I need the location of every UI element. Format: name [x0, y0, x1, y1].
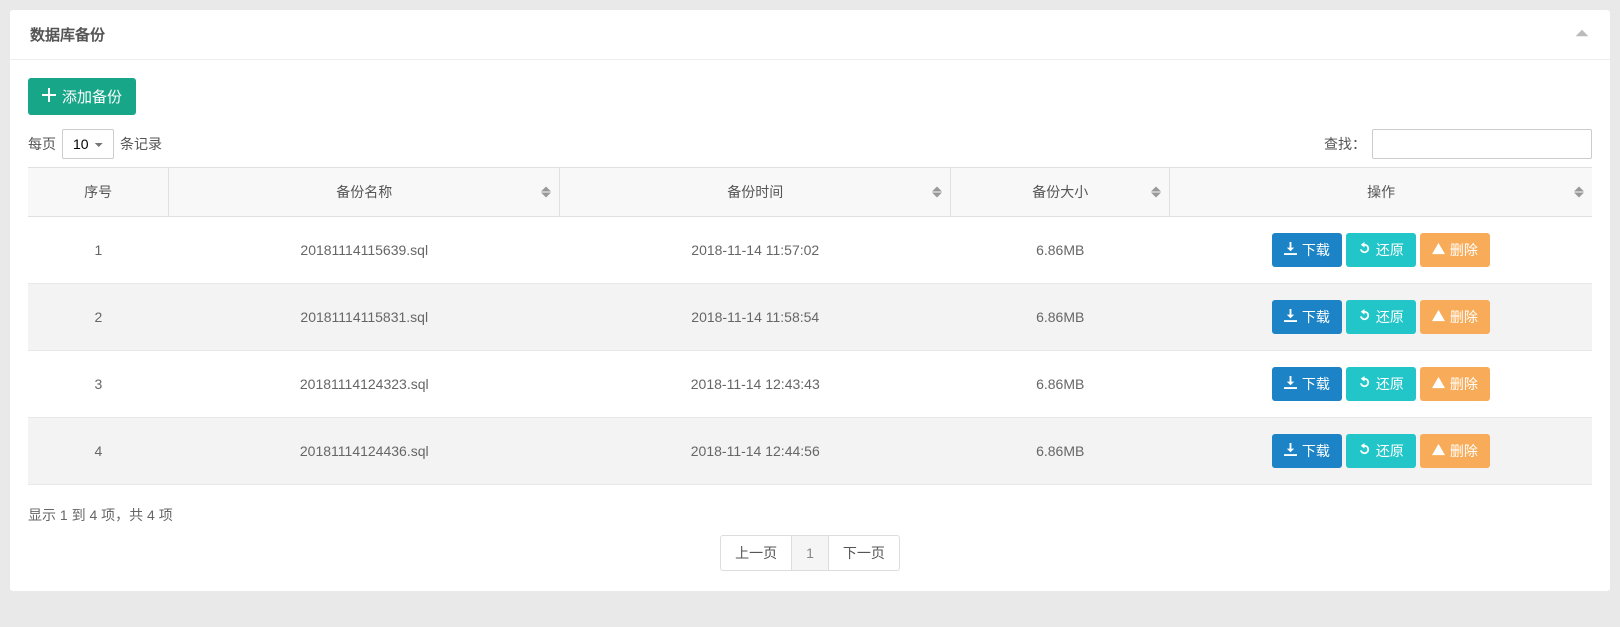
restore-label: 还原: [1376, 441, 1404, 461]
download-label: 下载: [1302, 441, 1330, 461]
backup-panel: 数据库备份 添加备份 每页 10 条记录: [10, 10, 1610, 591]
download-icon: [1284, 443, 1297, 459]
cell-actions: 下载 还原 删除: [1170, 351, 1592, 418]
delete-label: 删除: [1450, 240, 1478, 260]
col-size-label: 备份大小: [1032, 184, 1088, 200]
cell-index: 1: [28, 217, 169, 284]
col-actions[interactable]: 操作: [1170, 168, 1592, 217]
plus-icon: [42, 88, 56, 106]
length-prefix: 每页: [28, 134, 56, 154]
table-row: 120181114115639.sql2018-11-14 11:57:026.…: [28, 217, 1592, 284]
restore-label: 还原: [1376, 240, 1404, 260]
cell-index: 4: [28, 418, 169, 485]
download-label: 下载: [1302, 307, 1330, 327]
col-index-label: 序号: [84, 184, 112, 200]
download-button[interactable]: 下载: [1272, 367, 1342, 401]
cell-actions: 下载 还原 删除: [1170, 284, 1592, 351]
sort-icon: [1151, 187, 1161, 198]
restore-button[interactable]: 还原: [1346, 367, 1416, 401]
warning-icon: [1432, 309, 1445, 325]
delete-label: 删除: [1450, 374, 1478, 394]
restore-label: 还原: [1376, 374, 1404, 394]
delete-button[interactable]: 删除: [1420, 434, 1490, 468]
restore-button[interactable]: 还原: [1346, 233, 1416, 267]
table-controls: 每页 10 条记录 查找：: [28, 129, 1592, 159]
warning-icon: [1432, 376, 1445, 392]
panel-title: 数据库备份: [30, 24, 105, 45]
backup-table: 序号 备份名称 备份时间 备份大小 操作: [28, 167, 1592, 485]
cell-actions: 下载 还原 删除: [1170, 217, 1592, 284]
col-size[interactable]: 备份大小: [951, 168, 1170, 217]
download-icon: [1284, 309, 1297, 325]
download-label: 下载: [1302, 240, 1330, 260]
col-index[interactable]: 序号: [28, 168, 169, 217]
col-time-label: 备份时间: [727, 184, 783, 200]
cell-index: 3: [28, 351, 169, 418]
download-button[interactable]: 下载: [1272, 300, 1342, 334]
refresh-icon: [1358, 309, 1371, 325]
add-backup-button[interactable]: 添加备份: [28, 78, 136, 115]
download-label: 下载: [1302, 374, 1330, 394]
cell-time: 2018-11-14 12:43:43: [560, 351, 951, 418]
sort-icon: [1574, 187, 1584, 198]
toolbar: 添加备份: [28, 78, 1592, 115]
page-length-control: 每页 10 条记录: [28, 129, 162, 159]
table-row: 220181114115831.sql2018-11-14 11:58:546.…: [28, 284, 1592, 351]
delete-button[interactable]: 删除: [1420, 233, 1490, 267]
cell-name: 20181114115639.sql: [169, 217, 560, 284]
table-row: 320181114124323.sql2018-11-14 12:43:436.…: [28, 351, 1592, 418]
restore-label: 还原: [1376, 307, 1404, 327]
download-icon: [1284, 242, 1297, 258]
delete-label: 删除: [1450, 307, 1478, 327]
cell-size: 6.86MB: [951, 351, 1170, 418]
refresh-icon: [1358, 376, 1371, 392]
sort-icon: [932, 187, 942, 198]
download-icon: [1284, 376, 1297, 392]
next-page-button[interactable]: 下一页: [829, 535, 900, 571]
cell-time: 2018-11-14 11:57:02: [560, 217, 951, 284]
download-button[interactable]: 下载: [1272, 233, 1342, 267]
delete-label: 删除: [1450, 441, 1478, 461]
refresh-icon: [1358, 242, 1371, 258]
prev-page-button[interactable]: 上一页: [720, 535, 792, 571]
delete-button[interactable]: 删除: [1420, 367, 1490, 401]
download-button[interactable]: 下载: [1272, 434, 1342, 468]
length-suffix: 条记录: [120, 134, 162, 154]
pagination: 上一页 1 下一页: [28, 535, 1592, 571]
sort-icon: [541, 187, 551, 198]
cell-size: 6.86MB: [951, 284, 1170, 351]
cell-name: 20181114124436.sql: [169, 418, 560, 485]
refresh-icon: [1358, 443, 1371, 459]
cell-name: 20181114124323.sql: [169, 351, 560, 418]
cell-index: 2: [28, 284, 169, 351]
collapse-toggle[interactable]: [1574, 25, 1590, 44]
cell-time: 2018-11-14 11:58:54: [560, 284, 951, 351]
cell-name: 20181114115831.sql: [169, 284, 560, 351]
warning-icon: [1432, 443, 1445, 459]
search-control: 查找：: [1324, 129, 1592, 159]
panel-header: 数据库备份: [10, 10, 1610, 60]
table-info: 显示 1 到 4 项，共 4 项: [28, 505, 1592, 525]
cell-size: 6.86MB: [951, 418, 1170, 485]
restore-button[interactable]: 还原: [1346, 300, 1416, 334]
search-input[interactable]: [1372, 129, 1592, 159]
search-label: 查找：: [1324, 134, 1366, 154]
cell-time: 2018-11-14 12:44:56: [560, 418, 951, 485]
col-actions-label: 操作: [1367, 184, 1395, 200]
chevron-up-icon: [1574, 28, 1590, 44]
page-1-button[interactable]: 1: [792, 535, 829, 571]
warning-icon: [1432, 242, 1445, 258]
page-length-select[interactable]: 10: [62, 129, 114, 159]
cell-actions: 下载 还原 删除: [1170, 418, 1592, 485]
add-backup-label: 添加备份: [62, 86, 122, 107]
col-time[interactable]: 备份时间: [560, 168, 951, 217]
table-row: 420181114124436.sql2018-11-14 12:44:566.…: [28, 418, 1592, 485]
delete-button[interactable]: 删除: [1420, 300, 1490, 334]
col-name-label: 备份名称: [336, 184, 392, 200]
col-name[interactable]: 备份名称: [169, 168, 560, 217]
restore-button[interactable]: 还原: [1346, 434, 1416, 468]
panel-body: 添加备份 每页 10 条记录 查找： 序号: [10, 60, 1610, 591]
cell-size: 6.86MB: [951, 217, 1170, 284]
